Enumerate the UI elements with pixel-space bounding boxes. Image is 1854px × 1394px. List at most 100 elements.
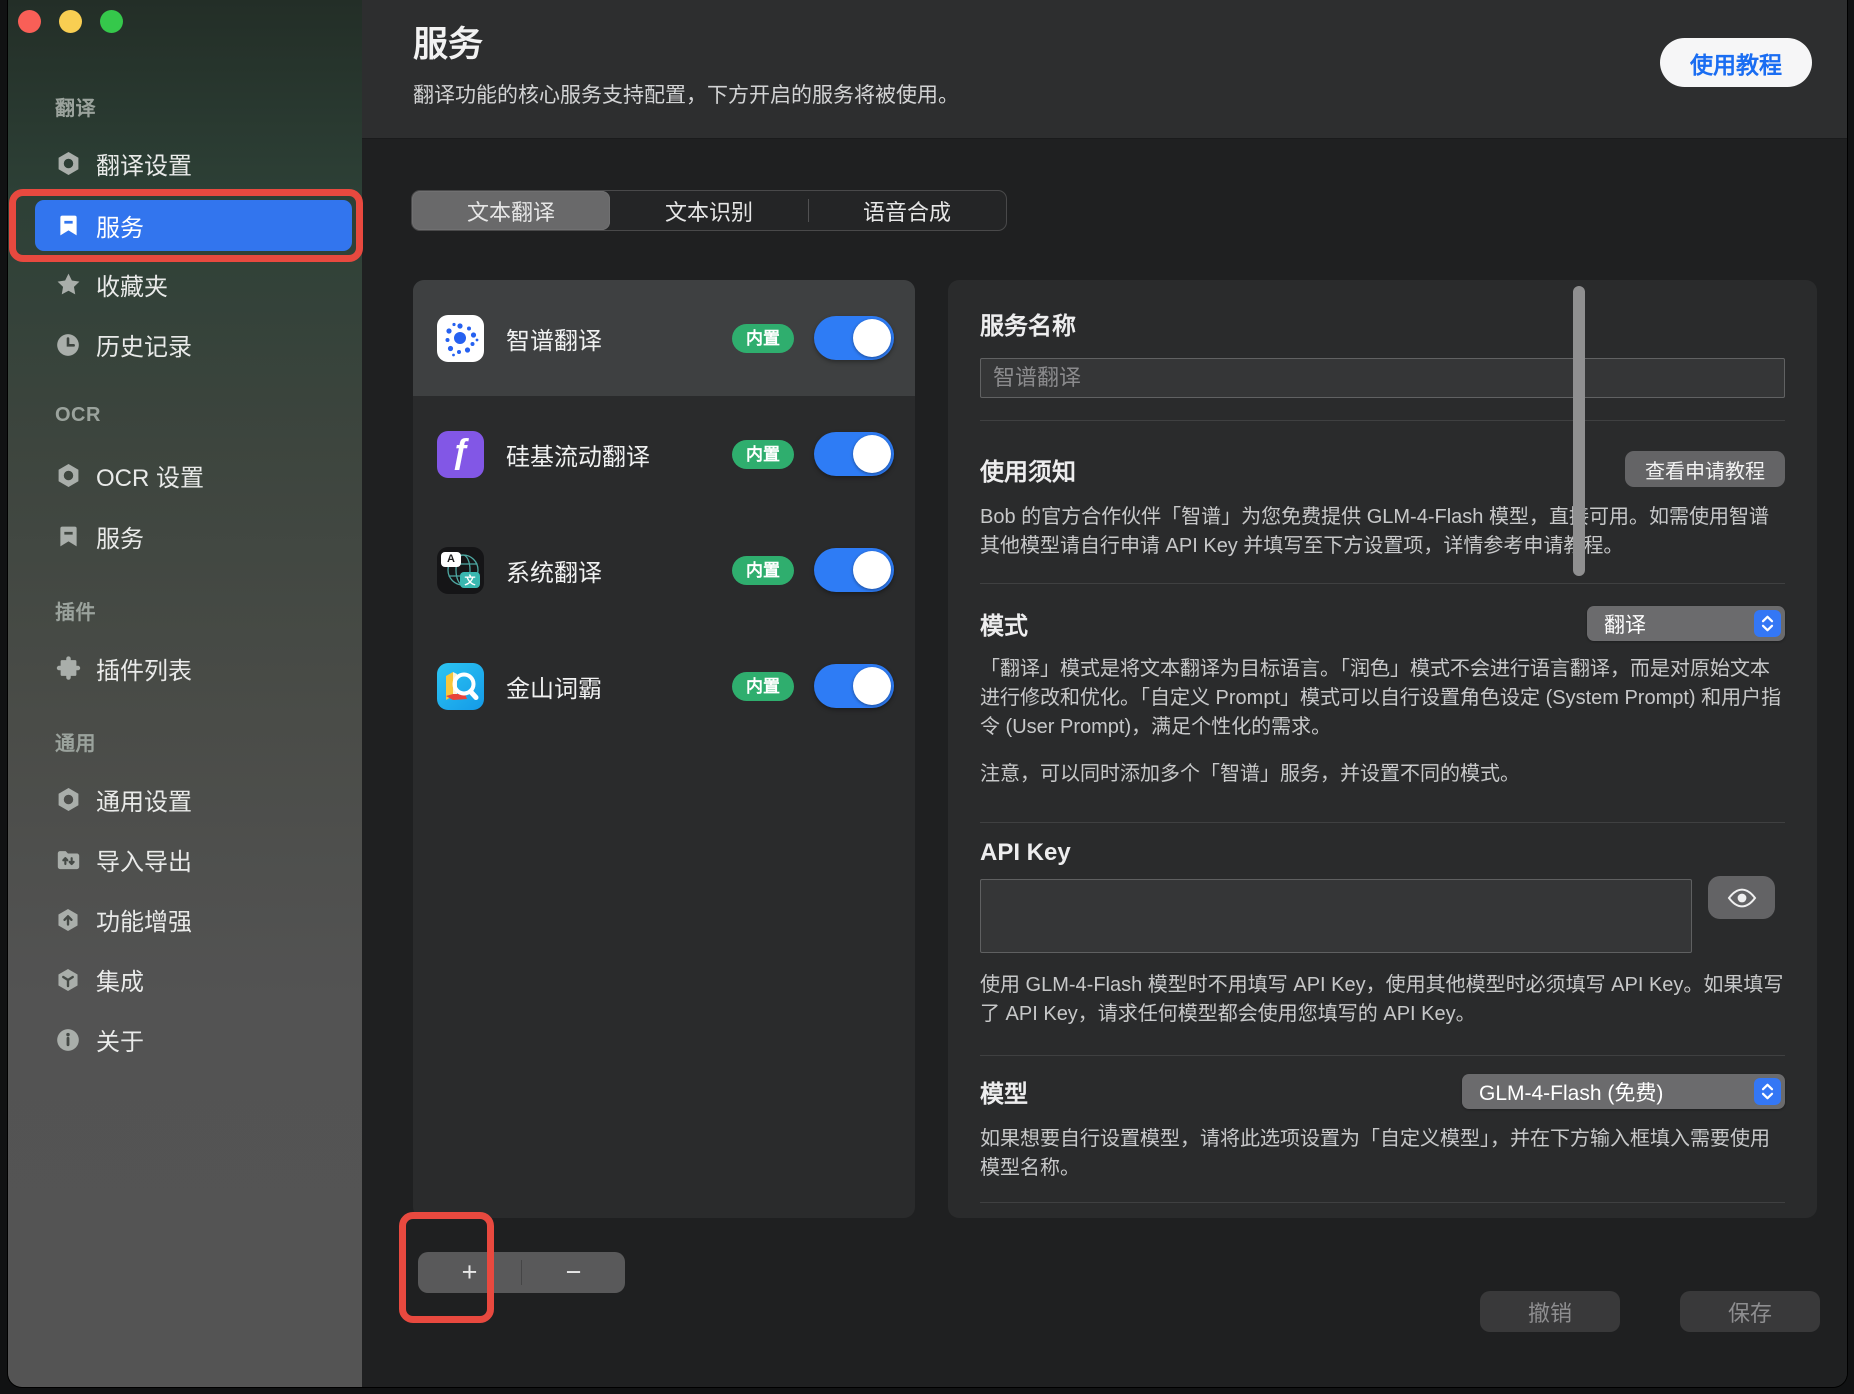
sidebar-section-header-ocr: OCR [55, 404, 101, 432]
folder-arrows-icon [53, 845, 83, 875]
remove-service-button[interactable]: − [522, 1252, 625, 1293]
builtin-badge: 内置 [732, 556, 794, 585]
mode-description: 「翻译」模式是将文本翻译为目标语言。「润色」模式不会进行语言翻译，而是对原始文本… [980, 655, 1785, 742]
sidebar-item-about[interactable]: 关于 [35, 1014, 352, 1065]
sidebar-item-history[interactable]: 历史记录 [35, 319, 352, 370]
clock-icon [53, 330, 83, 360]
sidebar-item-label: 服务 [96, 519, 144, 554]
mode-select[interactable]: 翻译 [1587, 606, 1785, 641]
gear-icon [53, 149, 83, 179]
service-name: 硅基流动翻译 [506, 437, 732, 472]
zoom-button[interactable] [100, 10, 123, 33]
sidebar-item-ocr-services[interactable]: 服务 [35, 511, 352, 562]
service-list: 智谱翻译 内置 ƒ 硅基流动翻译 内置 [413, 280, 915, 1218]
mode-label: 模式 [980, 606, 1028, 641]
sidebar-item-general-settings[interactable]: 通用设置 [35, 774, 352, 825]
chevron-up-down-icon [1754, 610, 1781, 637]
model-select[interactable]: GLM-4-Flash (免费) [1462, 1074, 1785, 1109]
tab-text-translate[interactable]: 文本翻译 [412, 191, 610, 230]
notice-text: Bob 的官方合作伙伴「智谱」为您免费提供 GLM-4-Flash 模型，直接可… [980, 503, 1785, 561]
service-toggle[interactable] [814, 432, 894, 476]
gear-icon [53, 461, 83, 491]
siliconflow-app-icon: ƒ [437, 431, 484, 478]
sidebar-item-label: 服务 [96, 208, 144, 243]
show-api-key-button[interactable] [1708, 876, 1775, 919]
page-title: 服务 [413, 16, 483, 67]
notice-label: 使用须知 [980, 452, 1076, 487]
mode-note: 注意，可以同时添加多个「智谱」服务，并设置不同的模式。 [980, 760, 1785, 789]
sidebar-item-label: 收藏夹 [96, 267, 168, 302]
builtin-badge: 内置 [732, 324, 794, 353]
sidebar-section-header-plugins: 插件 [55, 596, 96, 624]
save-button[interactable]: 保存 [1680, 1291, 1820, 1332]
app-window: 翻译 翻译设置 服务 收藏夹 [8, 0, 1847, 1387]
page-subtitle: 翻译功能的核心服务支持配置，下方开启的服务将被使用。 [413, 79, 959, 109]
service-row-zhipu[interactable]: 智谱翻译 内置 [413, 280, 915, 396]
undo-button[interactable]: 撤销 [1480, 1291, 1620, 1332]
sidebar-item-label: 集成 [96, 962, 144, 997]
sidebar-item-import-export[interactable]: 导入导出 [35, 834, 352, 885]
hexagon-up-icon [53, 905, 83, 935]
model-description: 如果想要自行设置模型，请将此选项设置为「自定义模型」，并在下方输入框填入需要使用… [980, 1125, 1785, 1183]
add-service-button[interactable]: + [418, 1252, 521, 1293]
toggle-knob [853, 435, 891, 473]
sidebar: 翻译 翻译设置 服务 收藏夹 [8, 0, 362, 1387]
divider [980, 420, 1785, 421]
sidebar-item-enhancements[interactable]: 功能增强 [35, 894, 352, 945]
sidebar-item-plugin-list[interactable]: 插件列表 [35, 643, 352, 694]
service-name: 金山词霸 [506, 669, 732, 704]
sidebar-item-integration[interactable]: 集成 [35, 954, 352, 1005]
service-row-iciba[interactable]: 金山词霸 内置 [413, 628, 915, 744]
chevron-up-down-icon [1754, 1078, 1781, 1105]
bookmark-icon [53, 522, 83, 552]
sidebar-item-label: 关于 [96, 1022, 144, 1057]
cube-icon [53, 965, 83, 995]
puzzle-icon [53, 654, 83, 684]
toggle-knob [853, 551, 891, 589]
api-key-description: 使用 GLM-4-Flash 模型时不用填写 API Key，使用其他模型时必须… [980, 971, 1785, 1029]
divider [980, 822, 1785, 823]
mode-select-value: 翻译 [1587, 609, 1754, 639]
api-key-label: API Key [980, 839, 1785, 867]
tab-text-recognition[interactable]: 文本识别 [610, 191, 808, 230]
tab-speech-synthesis[interactable]: 语音合成 [808, 191, 1006, 230]
service-name-input[interactable] [980, 358, 1785, 398]
toggle-knob [853, 667, 891, 705]
sidebar-item-label: 插件列表 [96, 651, 192, 686]
service-toggle[interactable] [814, 316, 894, 360]
page: 翻译 翻译设置 服务 收藏夹 [0, 0, 1854, 1394]
sidebar-item-services[interactable]: 服务 [35, 200, 352, 251]
sidebar-item-favorites[interactable]: 收藏夹 [35, 259, 352, 310]
system-translate-app-icon: A 文 [437, 547, 484, 594]
service-name: 系统翻译 [506, 553, 732, 588]
main-content: 文本翻译 文本识别 语音合成 [362, 139, 1847, 1387]
divider [980, 1055, 1785, 1056]
service-detail-panel: 服务名称 使用须知 查看申请教程 Bob 的官方合作伙伴「智谱」为您免费提供 G… [948, 280, 1817, 1218]
sidebar-item-label: OCR 设置 [96, 458, 204, 493]
model-label: 模型 [980, 1074, 1028, 1109]
builtin-badge: 内置 [732, 672, 794, 701]
api-key-input[interactable] [980, 879, 1692, 953]
sidebar-item-ocr-settings[interactable]: OCR 设置 [35, 450, 352, 501]
tutorial-button[interactable]: 使用教程 [1660, 38, 1812, 87]
close-button[interactable] [18, 10, 41, 33]
service-type-tabs: 文本翻译 文本识别 语音合成 [411, 190, 1007, 231]
scrollbar-thumb[interactable] [1573, 286, 1585, 576]
sidebar-item-label: 历史记录 [96, 327, 192, 362]
sidebar-item-translate-settings[interactable]: 翻译设置 [35, 138, 352, 189]
sidebar-item-label: 导入导出 [96, 842, 192, 877]
bookmark-icon [53, 211, 83, 241]
view-apply-tutorial-button[interactable]: 查看申请教程 [1625, 451, 1785, 487]
service-toggle[interactable] [814, 664, 894, 708]
divider [980, 583, 1785, 584]
service-name: 智谱翻译 [506, 321, 732, 356]
service-row-system-translate[interactable]: A 文 系统翻译 内置 [413, 512, 915, 628]
service-row-siliconflow[interactable]: ƒ 硅基流动翻译 内置 [413, 396, 915, 512]
zhipu-app-icon [437, 315, 484, 362]
toggle-knob [853, 319, 891, 357]
sidebar-item-label: 功能增强 [96, 902, 192, 937]
minimize-button[interactable] [59, 10, 82, 33]
model-select-value: GLM-4-Flash (免费) [1462, 1077, 1754, 1107]
eye-icon [1727, 887, 1757, 909]
service-toggle[interactable] [814, 548, 894, 592]
